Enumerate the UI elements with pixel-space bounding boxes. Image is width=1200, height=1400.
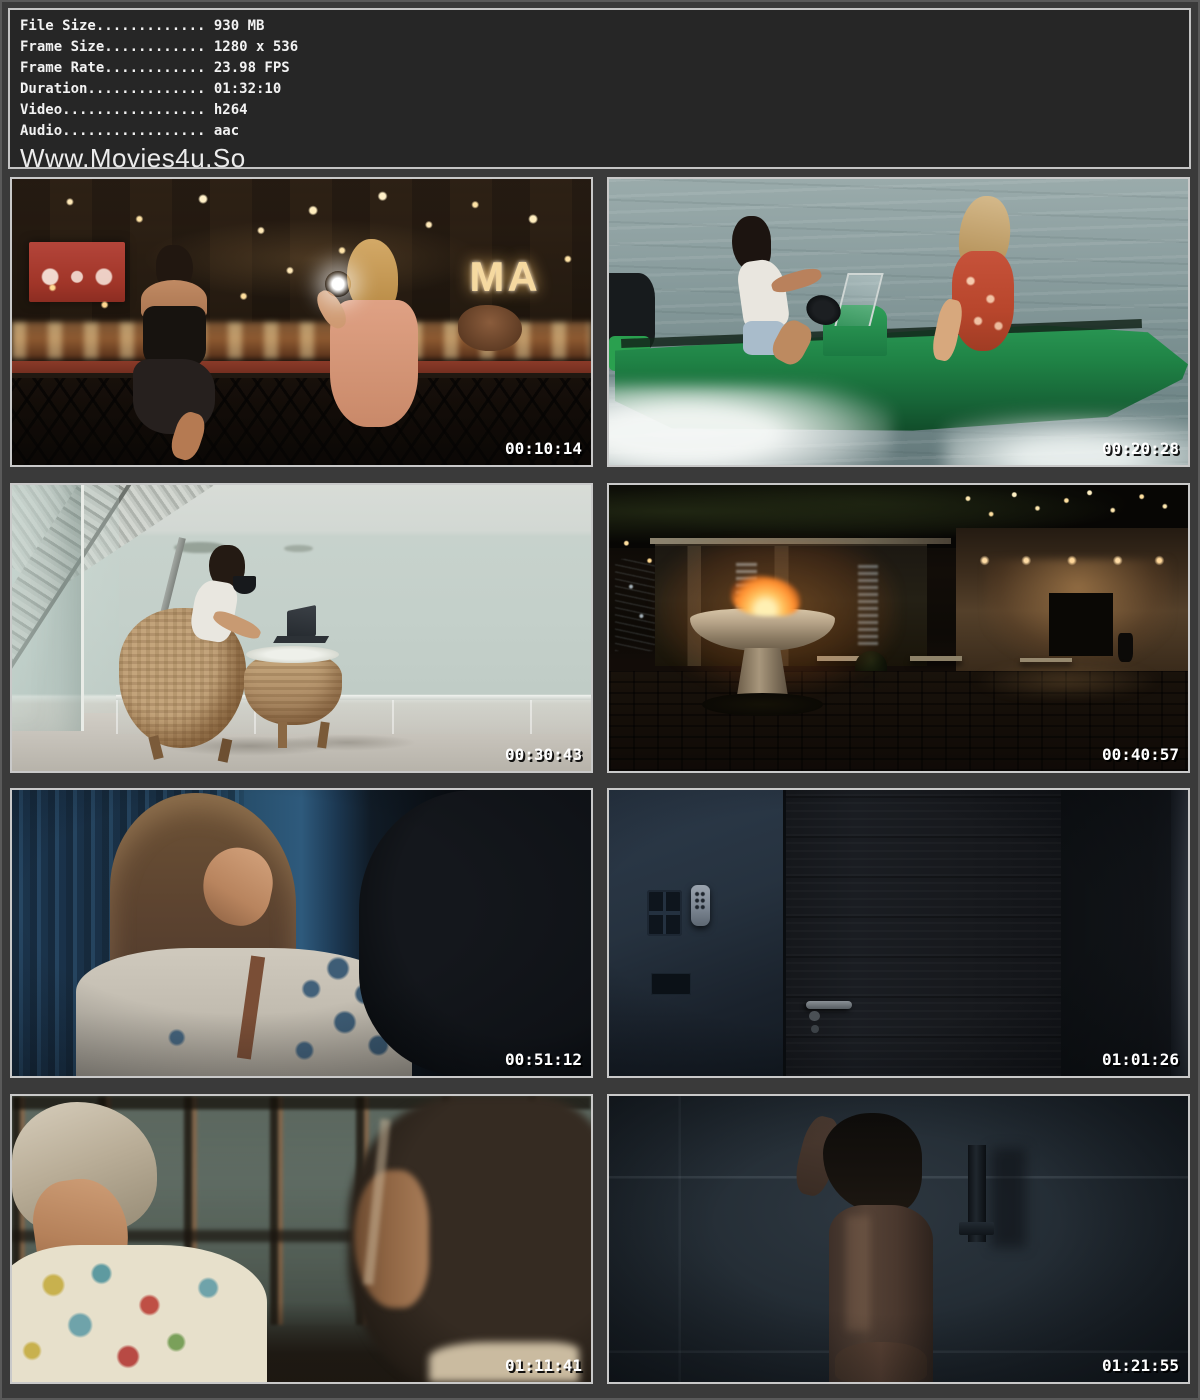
floor-shadow bbox=[278, 734, 417, 751]
scene-balcony bbox=[12, 485, 591, 771]
man-long-hair-face bbox=[354, 1170, 429, 1307]
dark-doorway bbox=[1049, 593, 1113, 656]
glass-pane bbox=[84, 485, 119, 714]
video-codec-line: Video................. h264 bbox=[20, 100, 1189, 121]
camera-flash bbox=[325, 271, 351, 297]
screenshot-5: 00:51:12 bbox=[10, 788, 593, 1078]
light-vines bbox=[615, 559, 656, 651]
screenshot-1: MA 00:10:14 bbox=[10, 177, 593, 467]
seated-woman bbox=[180, 545, 261, 665]
frame-size-line: Frame Size............ 1280 x 536 bbox=[20, 37, 1189, 58]
pedestal bbox=[736, 648, 788, 699]
screenshot-3: 00:30:43 bbox=[10, 483, 593, 773]
marquee-sign: MA bbox=[469, 253, 540, 301]
island-small bbox=[284, 545, 313, 552]
vignette bbox=[609, 1096, 1188, 1382]
screenshot-2: 00:20:28 bbox=[607, 177, 1190, 467]
scene-two-men bbox=[12, 1096, 591, 1382]
scene-boat bbox=[609, 179, 1188, 465]
timestamp-overlay: 00:20:28 bbox=[1102, 439, 1179, 458]
glass-wall bbox=[12, 485, 84, 731]
screenshot-8: 01:21:55 bbox=[607, 1094, 1190, 1384]
media-info-sheet: File Size............. 930 MB Frame Size… bbox=[0, 0, 1200, 1400]
file-size-line: File Size............. 930 MB bbox=[20, 16, 1189, 37]
scene-dark-room bbox=[609, 790, 1188, 1076]
scene-night-market: MA bbox=[12, 179, 591, 465]
timestamp-overlay: 01:11:41 bbox=[505, 1356, 582, 1375]
timestamp-overlay: 00:10:14 bbox=[505, 439, 582, 458]
laptop-base bbox=[273, 636, 329, 643]
floor-reflection bbox=[974, 662, 1159, 699]
vignette bbox=[609, 790, 1188, 1076]
timestamp-overlay: 01:21:55 bbox=[1102, 1356, 1179, 1375]
passenger-figure bbox=[933, 196, 1049, 368]
woman-dark-hair bbox=[128, 245, 221, 465]
screenshot-grid: MA 00:10:14 bbox=[10, 177, 1190, 1384]
white-tank-top bbox=[735, 257, 790, 331]
screenshot-6: 01:01:26 bbox=[607, 788, 1190, 1078]
timestamp-overlay: 00:40:57 bbox=[1102, 745, 1179, 764]
handbag bbox=[458, 305, 522, 351]
driver-figure bbox=[725, 213, 841, 367]
screenshot-7: 01:11:41 bbox=[10, 1094, 593, 1384]
vignette bbox=[12, 790, 591, 1076]
floral-shirt bbox=[12, 1245, 267, 1382]
screenshot-4: 00:40:57 bbox=[607, 483, 1190, 773]
scene-shower bbox=[609, 1096, 1188, 1382]
trash-bin bbox=[1118, 633, 1133, 662]
scene-conversation bbox=[12, 790, 591, 1076]
timestamp-overlay: 01:01:26 bbox=[1102, 1050, 1179, 1069]
boat-wake bbox=[609, 385, 893, 465]
frame-rate-line: Frame Rate............ 23.98 FPS bbox=[20, 58, 1189, 79]
duration-line: Duration.............. 01:32:10 bbox=[20, 79, 1189, 100]
scene-courtyard bbox=[609, 485, 1188, 771]
table-leg bbox=[278, 722, 287, 748]
red-floral-dress bbox=[952, 251, 1015, 351]
bowl bbox=[233, 576, 256, 594]
white-top bbox=[188, 578, 240, 644]
timestamp-overlay: 00:51:12 bbox=[505, 1050, 582, 1069]
bench bbox=[910, 656, 962, 661]
downlights bbox=[968, 553, 1176, 567]
site-watermark: Www.Movies4u.So bbox=[20, 143, 1189, 174]
file-info-panel: File Size............. 930 MB Frame Size… bbox=[8, 8, 1191, 169]
audio-codec-line: Audio................. aac bbox=[20, 121, 1189, 142]
timestamp-overlay: 00:30:43 bbox=[505, 745, 582, 764]
